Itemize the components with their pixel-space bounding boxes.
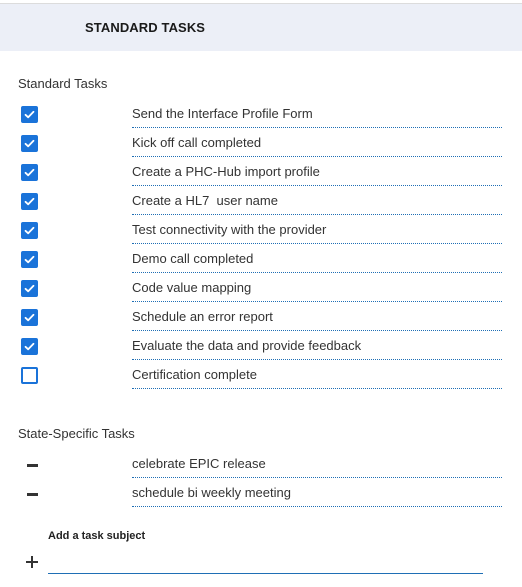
checkbox-checked[interactable] bbox=[21, 309, 38, 326]
checkmark-icon bbox=[24, 197, 35, 206]
task-label: Create a PHC-Hub import profile bbox=[132, 164, 502, 186]
standard-tasks-label: Standard Tasks bbox=[18, 76, 108, 91]
task-label: Code value mapping bbox=[132, 280, 502, 302]
task-row: Send the Interface Profile Form bbox=[0, 100, 522, 129]
checkmark-icon bbox=[24, 110, 35, 119]
checkbox-checked[interactable] bbox=[21, 222, 38, 239]
task-row: Create a PHC-Hub import profile bbox=[0, 158, 522, 187]
state-task-row: schedule bi weekly meeting bbox=[0, 479, 522, 508]
checkbox-checked[interactable] bbox=[21, 106, 38, 123]
task-label: Evaluate the data and provide feedback bbox=[132, 338, 502, 360]
panel-header: STANDARD TASKS bbox=[0, 3, 522, 51]
task-label: Test connectivity with the provider bbox=[132, 222, 502, 244]
task-label: Certification complete bbox=[132, 367, 502, 389]
minus-icon[interactable] bbox=[27, 464, 38, 467]
add-task-input[interactable] bbox=[48, 552, 483, 574]
checkmark-icon bbox=[24, 255, 35, 264]
task-row: Kick off call completed bbox=[0, 129, 522, 158]
plus-icon[interactable] bbox=[26, 556, 38, 568]
task-label: Schedule an error report bbox=[132, 309, 502, 331]
add-task-label: Add a task subject bbox=[48, 530, 146, 542]
task-row: Evaluate the data and provide feedback bbox=[0, 332, 522, 361]
panel-title: STANDARD TASKS bbox=[85, 20, 206, 35]
state-task-label: celebrate EPIC release bbox=[132, 456, 502, 478]
task-row: Schedule an error report bbox=[0, 303, 522, 332]
checkbox-unchecked[interactable] bbox=[21, 367, 38, 384]
checkbox-checked[interactable] bbox=[21, 251, 38, 268]
checkbox-checked[interactable] bbox=[21, 135, 38, 152]
task-label: Send the Interface Profile Form bbox=[132, 106, 502, 128]
task-label: Create a HL7 user name bbox=[132, 193, 502, 215]
checkmark-icon bbox=[24, 168, 35, 177]
state-specific-tasks-label: State-Specific Tasks bbox=[18, 426, 135, 441]
task-row: Test connectivity with the provider bbox=[0, 216, 522, 245]
checkbox-checked[interactable] bbox=[21, 193, 38, 210]
checkmark-icon bbox=[24, 226, 35, 235]
checkbox-checked[interactable] bbox=[21, 280, 38, 297]
task-row: Certification complete bbox=[0, 361, 522, 390]
checkbox-checked[interactable] bbox=[21, 164, 38, 181]
checkmark-icon bbox=[24, 139, 35, 148]
task-row: Code value mapping bbox=[0, 274, 522, 303]
task-label: Demo call completed bbox=[132, 251, 502, 273]
checkmark-icon bbox=[24, 342, 35, 351]
minus-icon[interactable] bbox=[27, 493, 38, 496]
checkbox-checked[interactable] bbox=[21, 338, 38, 355]
task-row: Create a HL7 user name bbox=[0, 187, 522, 216]
task-label: Kick off call completed bbox=[132, 135, 502, 157]
state-task-row: celebrate EPIC release bbox=[0, 450, 522, 479]
checkmark-icon bbox=[24, 313, 35, 322]
state-task-label: schedule bi weekly meeting bbox=[132, 485, 502, 507]
task-row: Demo call completed bbox=[0, 245, 522, 274]
checkmark-icon bbox=[24, 284, 35, 293]
